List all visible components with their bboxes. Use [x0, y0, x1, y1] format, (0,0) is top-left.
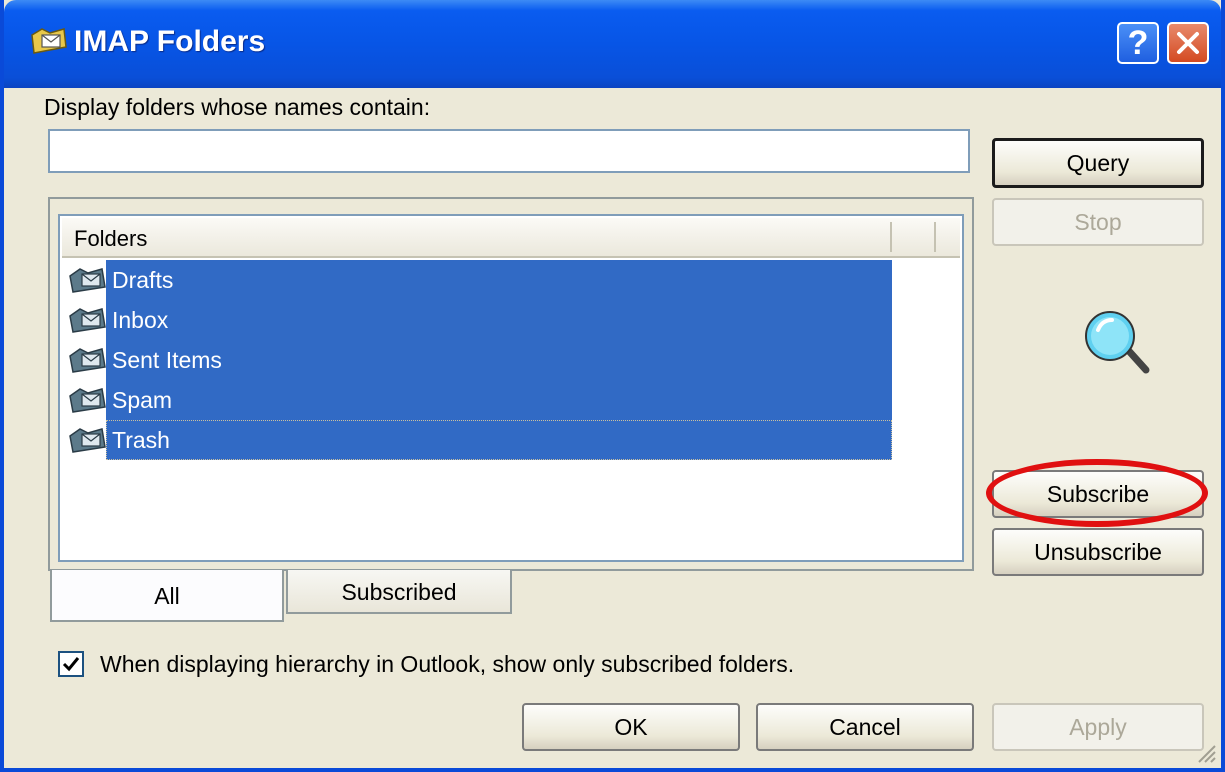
query-button[interactable]: Query: [992, 138, 1204, 188]
checkmark-icon: [62, 657, 80, 672]
close-button[interactable]: [1167, 22, 1209, 64]
ok-button[interactable]: OK: [522, 703, 740, 751]
folder-envelope-icon: [69, 348, 106, 373]
imap-folders-dialog: IMAP Folders ? Display folders whose nam…: [0, 0, 1225, 772]
help-button[interactable]: ?: [1117, 22, 1159, 64]
magnifier-icon: [1085, 311, 1150, 374]
folder-list[interactable]: Folders Drafts Inbox Sent Items Spam Tra…: [58, 214, 964, 562]
folder-envelope-icon: [69, 428, 106, 453]
column-header-folders[interactable]: Folders: [74, 226, 147, 252]
show-subscribed-only-label[interactable]: When displaying hierarchy in Outlook, sh…: [100, 651, 794, 678]
list-item[interactable]: Trash: [64, 420, 964, 460]
list-item[interactable]: Spam: [64, 380, 964, 420]
list-item[interactable]: Drafts: [64, 260, 964, 300]
folder-name: Trash: [106, 420, 892, 460]
folder-envelope-icon: [69, 268, 106, 293]
stop-button[interactable]: Stop: [992, 198, 1204, 246]
list-item[interactable]: Sent Items: [64, 340, 964, 380]
folder-name: Spam: [106, 380, 892, 420]
folder-envelope-icon: [31, 28, 67, 54]
window-title: IMAP Folders: [74, 25, 266, 58]
folder-name: Sent Items: [106, 340, 892, 380]
list-header: Folders: [62, 218, 960, 258]
folder-filter-input[interactable]: [48, 129, 970, 173]
folder-envelope-icon: [69, 308, 106, 333]
apply-button[interactable]: Apply: [992, 703, 1204, 751]
resize-grip-icon[interactable]: [1193, 740, 1217, 764]
column-divider[interactable]: [934, 222, 936, 252]
filter-label: Display folders whose names contain:: [44, 94, 431, 120]
show-subscribed-only-checkbox[interactable]: [58, 651, 84, 677]
subscribe-button[interactable]: Subscribe: [992, 470, 1204, 518]
column-divider[interactable]: [890, 222, 892, 252]
tab-subscribed[interactable]: Subscribed: [286, 570, 512, 614]
folder-name: Inbox: [106, 300, 892, 340]
cancel-button[interactable]: Cancel: [756, 703, 974, 751]
unsubscribe-button[interactable]: Unsubscribe: [992, 528, 1204, 576]
folder-name: Drafts: [106, 260, 892, 300]
title-bar[interactable]: IMAP Folders ?: [4, 0, 1221, 88]
list-item[interactable]: Inbox: [64, 300, 964, 340]
folder-envelope-icon: [69, 388, 106, 413]
close-icon: [1177, 32, 1199, 54]
tab-all[interactable]: All: [50, 570, 284, 622]
